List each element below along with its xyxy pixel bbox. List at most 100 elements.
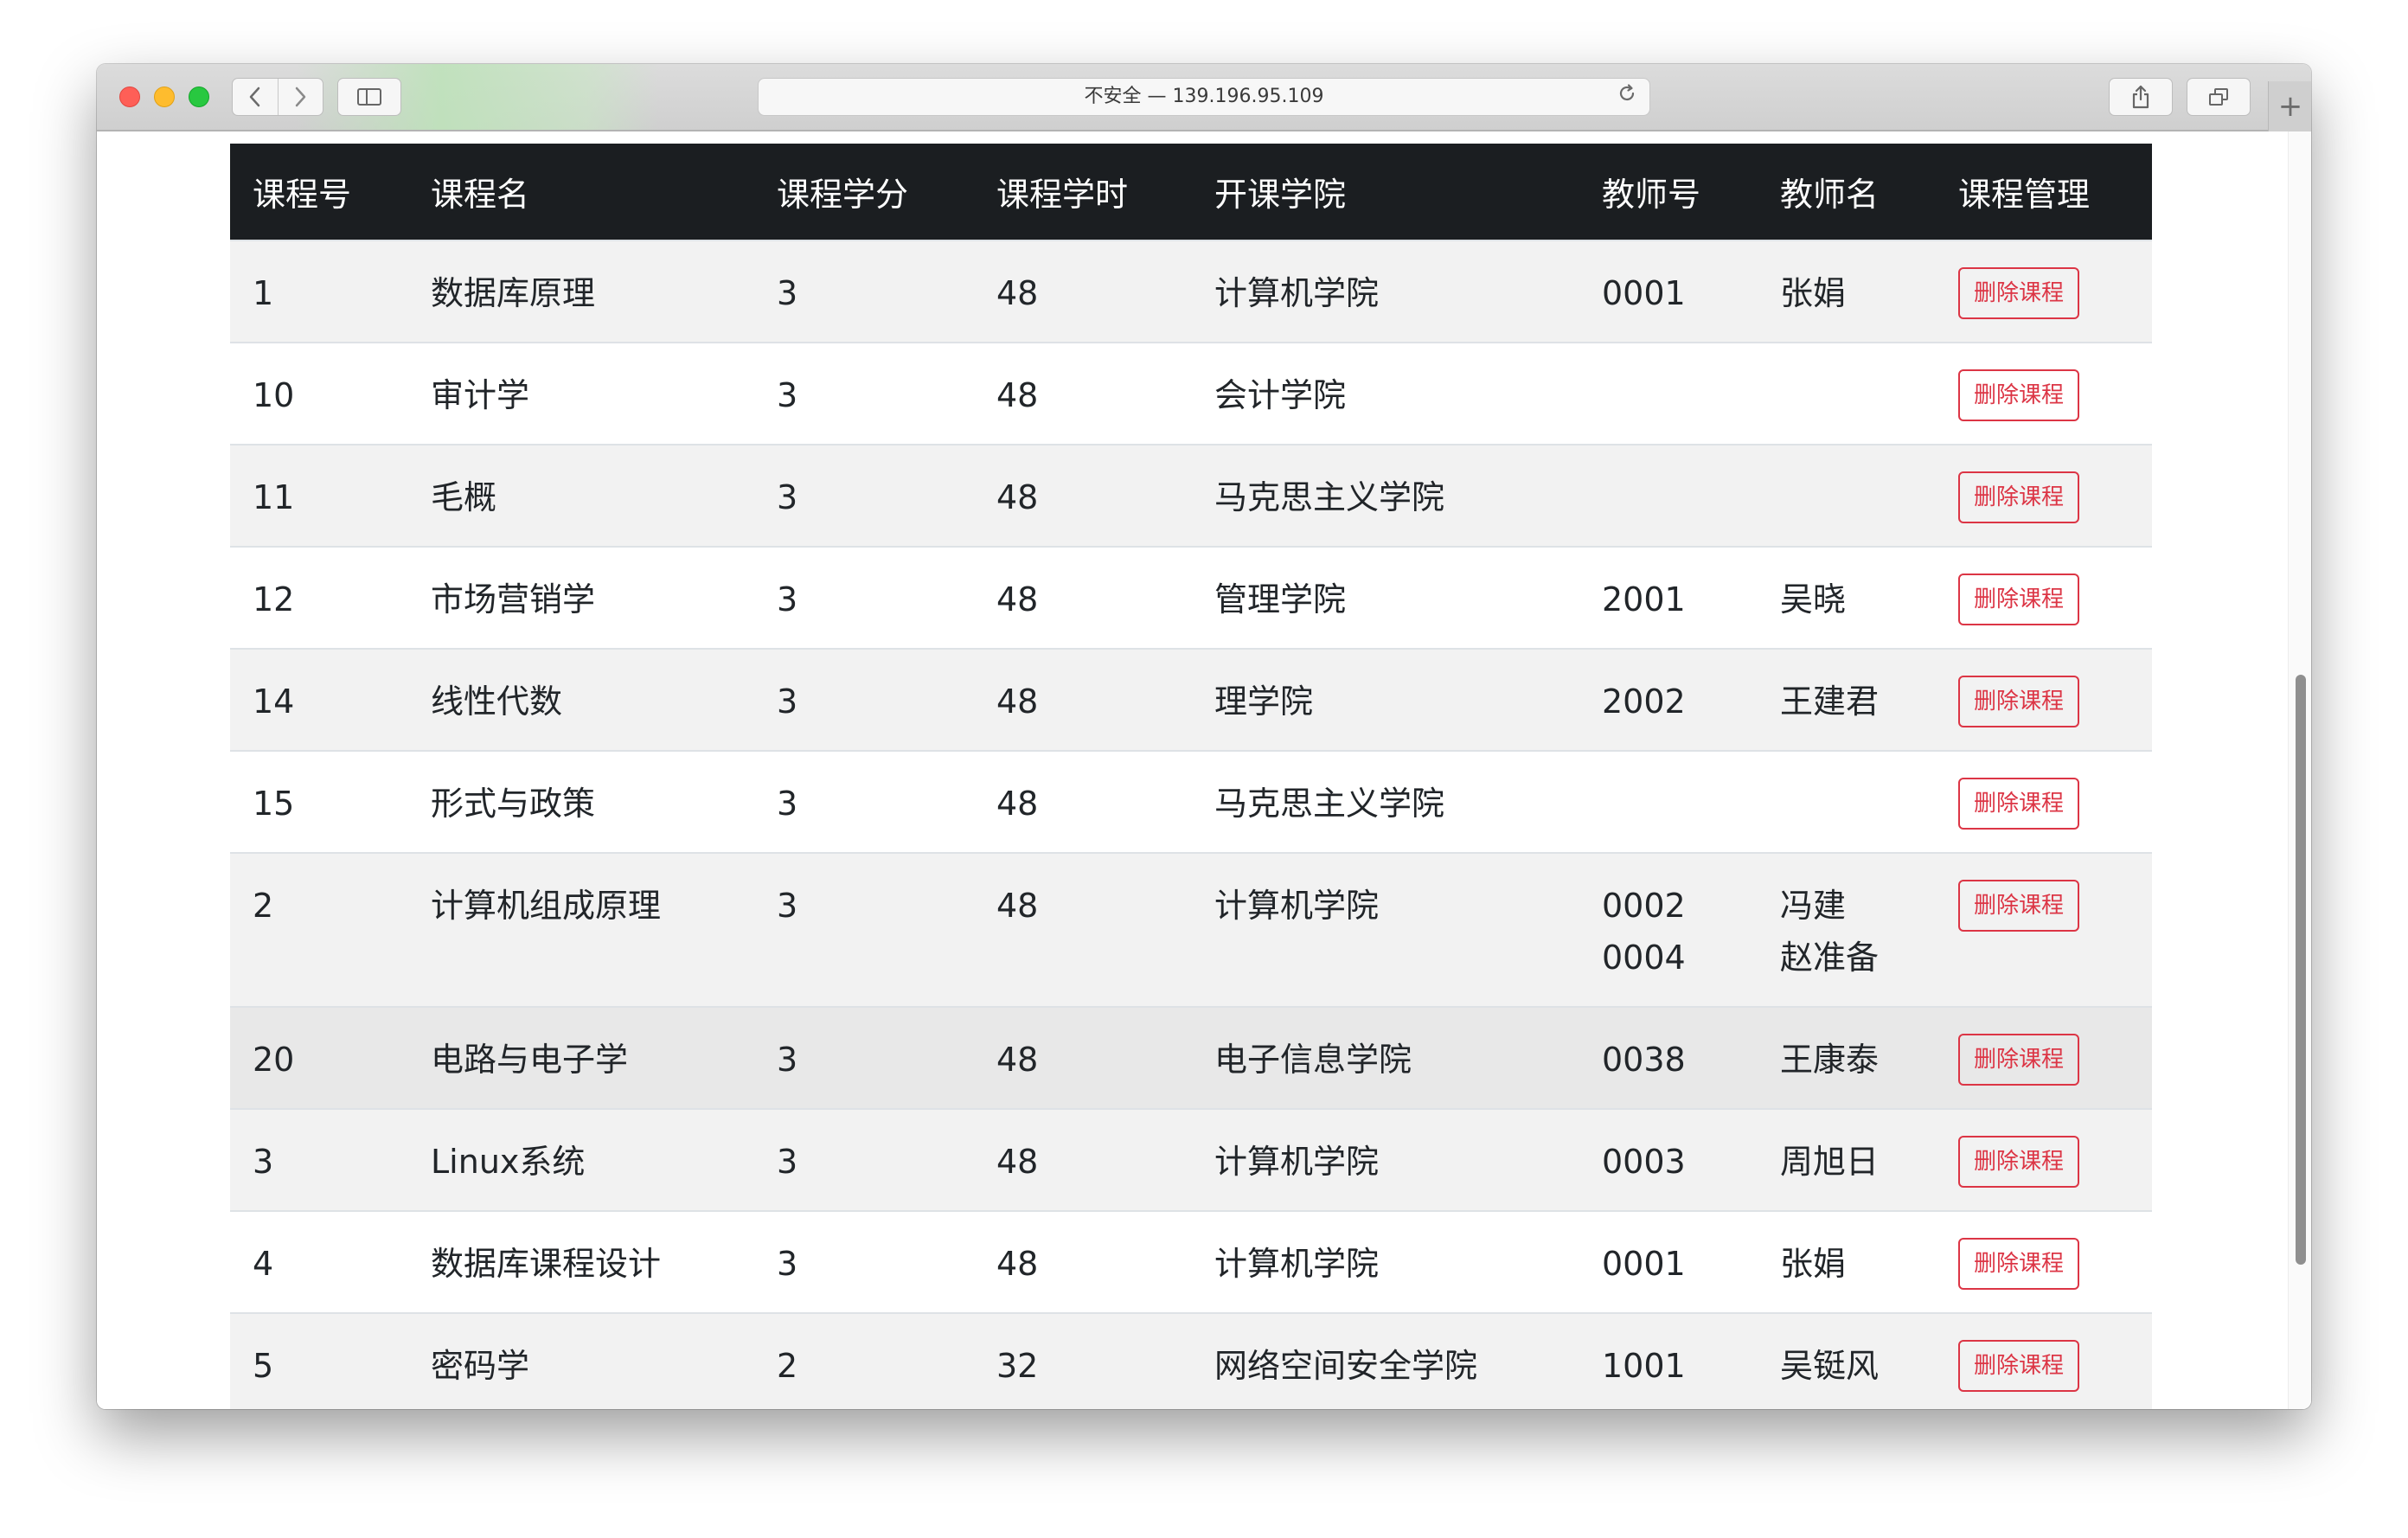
teacher-name: 吴铤风 [1780,1347,1880,1385]
teacher-id: 2002 [1602,682,1686,721]
cell-college: 网络空间安全学院 [1192,1312,1579,1409]
delete-course-button[interactable]: 删除课程 [1958,1238,2080,1290]
header-course-credit: 课程学分 [754,144,974,240]
cell-course-hours: 48 [974,1210,1192,1313]
maximize-window-button[interactable] [189,87,209,107]
forward-button[interactable] [279,79,323,115]
table-row: 5 密码学 2 32 网络空间安全学院 1001 吴铤风 删除课程 [230,1312,2152,1409]
header-course-management: 课程管理 [1936,144,2152,240]
chevron-right-icon [296,87,306,107]
delete-course-button[interactable]: 删除课程 [1958,778,2080,830]
cell-course-hours: 48 [974,1006,1192,1109]
cell-teacher-id: 0038 [1579,1006,1758,1109]
cell-course-credit: 3 [754,546,974,649]
cell-course-management: 删除课程 [1936,750,2152,853]
cell-course-name: 线性代数 [408,648,754,751]
table-row: 1 数据库原理 3 48 计算机学院 0001 张娟 删除课程 [230,240,2152,343]
cell-college: 电子信息学院 [1192,1006,1579,1109]
table-row: 11 毛概 3 48 马克思主义学院 删除课程 [230,444,2152,547]
delete-course-button[interactable]: 删除课程 [1958,1034,2080,1086]
page-content: 课程号 课程名 课程学分 课程学时 开课学院 教师号 教师名 课程管理 1 数据库… [97,131,2311,1409]
delete-course-button[interactable]: 删除课程 [1958,1340,2080,1392]
vertical-scrollbar[interactable] [2288,131,2311,1409]
cell-course-name: 市场营销学 [408,546,754,649]
delete-course-button[interactable]: 删除课程 [1958,676,2080,727]
back-button[interactable] [233,79,279,115]
teacher-id: 0004 [1602,939,1686,977]
cell-course-name: Linux系统 [408,1108,754,1211]
cell-teacher-name: 吴铤风 [1758,1312,1936,1409]
history-nav [232,78,323,116]
cell-course-id: 14 [230,648,408,751]
table-row: 12 市场营销学 3 48 管理学院 2001 吴晓 删除课程 [230,546,2152,649]
scrollbar-thumb[interactable] [2296,675,2306,1265]
chevron-left-icon [249,87,259,107]
delete-course-button[interactable]: 删除课程 [1958,574,2080,625]
cell-course-management: 删除课程 [1936,444,2152,547]
cell-course-name: 电路与电子学 [408,1006,754,1109]
browser-window: 不安全 — 139.196.95.109 + 课程号 课程名 课程学分 课程学时… [97,64,2311,1409]
cell-teacher-name: 王康泰 [1758,1006,1936,1109]
close-window-button[interactable] [119,87,140,107]
minimize-window-button[interactable] [154,87,175,107]
new-tab-button[interactable]: + [2268,81,2311,131]
cell-teacher-id: 0001 [1579,240,1758,343]
cell-teacher-id: 0003 [1579,1108,1758,1211]
header-course-hours: 课程学时 [974,144,1192,240]
cell-teacher-id: 2001 [1579,546,1758,649]
teacher-id: 0038 [1602,1041,1686,1079]
table-row: 3 Linux系统 3 48 计算机学院 0003 周旭日 删除课程 [230,1108,2152,1211]
cell-course-credit: 3 [754,750,974,853]
cell-college: 管理学院 [1192,546,1579,649]
reload-button[interactable] [1617,79,1637,115]
cell-teacher-name [1758,342,1936,445]
cell-course-name: 毛概 [408,444,754,547]
cell-course-id: 12 [230,546,408,649]
sidebar-toggle-button[interactable] [337,78,401,116]
cell-teacher-name: 周旭日 [1758,1108,1936,1211]
sidebar-icon [357,88,381,106]
cell-course-id: 11 [230,444,408,547]
header-course-id: 课程号 [230,144,408,240]
delete-course-button[interactable]: 删除课程 [1958,267,2080,319]
cell-college: 马克思主义学院 [1192,444,1579,547]
header-teacher-name: 教师名 [1758,144,1936,240]
teacher-id: 0003 [1602,1143,1686,1181]
delete-course-button[interactable]: 删除课程 [1958,369,2080,421]
cell-course-name: 数据库课程设计 [408,1210,754,1313]
cell-course-management: 删除课程 [1936,546,2152,649]
cell-course-id: 5 [230,1312,408,1409]
cell-course-management: 删除课程 [1936,1006,2152,1109]
cell-course-credit: 3 [754,852,974,1007]
cell-college: 会计学院 [1192,342,1579,445]
tab-overview-button[interactable] [2187,78,2251,116]
table-row: 14 线性代数 3 48 理学院 2002 王建君 删除课程 [230,648,2152,751]
teacher-name: 周旭日 [1780,1143,1880,1181]
cell-course-credit: 2 [754,1312,974,1409]
cell-teacher-name: 张娟 [1758,240,1936,343]
share-icon [2132,85,2149,109]
table-row: 10 审计学 3 48 会计学院 删除课程 [230,342,2152,445]
teacher-id: 0002 [1602,887,1686,925]
cell-teacher-name [1758,444,1936,547]
cell-teacher-id: 0001 [1579,1210,1758,1313]
delete-course-button[interactable]: 删除课程 [1958,880,2080,932]
address-bar[interactable]: 不安全 — 139.196.95.109 [758,78,1650,116]
cell-course-name: 密码学 [408,1312,754,1409]
cell-course-name: 审计学 [408,342,754,445]
table-header-row: 课程号 课程名 课程学分 课程学时 开课学院 教师号 教师名 课程管理 [230,144,2152,240]
share-button[interactable] [2109,78,2173,116]
delete-course-button[interactable]: 删除课程 [1958,1136,2080,1188]
teacher-name: 冯建 [1780,887,1847,925]
cell-teacher-name: 吴晓 [1758,546,1936,649]
header-college: 开课学院 [1192,144,1579,240]
teacher-id: 1001 [1602,1347,1686,1385]
cell-course-credit: 3 [754,1108,974,1211]
cell-course-hours: 48 [974,444,1192,547]
course-table: 课程号 课程名 课程学分 课程学时 开课学院 教师号 教师名 课程管理 1 数据库… [230,144,2152,1409]
cell-course-management: 删除课程 [1936,240,2152,343]
teacher-id: 0001 [1602,1245,1686,1283]
cell-course-hours: 48 [974,648,1192,751]
delete-course-button[interactable]: 删除课程 [1958,471,2080,523]
cell-college: 理学院 [1192,648,1579,751]
